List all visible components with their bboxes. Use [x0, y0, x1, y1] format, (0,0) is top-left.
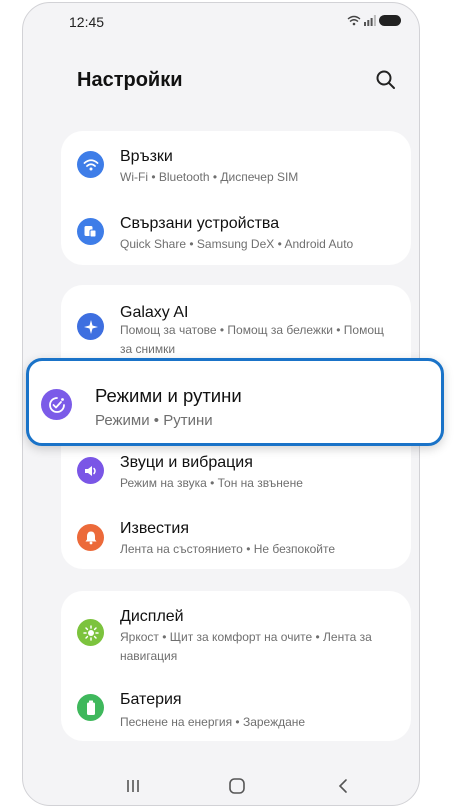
- speaker-icon: [77, 457, 104, 484]
- sparkle-icon: [77, 313, 104, 340]
- settings-item-connections[interactable]: Връзки Wi-Fi • Bluetooth • Диспечер SIM: [61, 131, 411, 198]
- modes-routines-icon: [41, 389, 72, 420]
- item-subtitle: Лента на състоянието • Не безпокойте: [120, 542, 336, 556]
- page-title: Настройки: [77, 69, 183, 91]
- recents-icon: [127, 780, 139, 792]
- settings-item-galaxy-ai[interactable]: Galaxy AI Помощ за чатове • Помощ за бел…: [61, 285, 411, 363]
- settings-group-device: Дисплей Яркост • Щит за комфорт на очите…: [61, 591, 411, 741]
- settings-item-notifications[interactable]: Известия Лента на състоянието • Не безпо…: [61, 505, 411, 569]
- wifi-icon: [77, 151, 104, 178]
- search-icon: [376, 70, 395, 89]
- item-subtitle: Помощ за чатове • Помощ за бележки • Пом…: [120, 323, 384, 356]
- item-title: Galaxy AI: [120, 304, 189, 321]
- item-subtitle: Режими • Рутини: [95, 412, 213, 429]
- item-title: Батерия: [120, 691, 182, 708]
- settings-item-modes-routines[interactable]: Режими и рутини Режими • Рутини: [26, 358, 444, 446]
- item-subtitle: Режим на звука • Тон на звънене: [120, 476, 303, 490]
- item-subtitle: Quick Share • Samsung DeX • Android Auto: [120, 237, 354, 251]
- sun-icon: [77, 619, 104, 646]
- item-title: Звуци и вибрация: [120, 454, 253, 471]
- item-title: Известия: [120, 520, 189, 537]
- status-time: 12:45: [69, 14, 105, 30]
- settings-item-battery[interactable]: Батерия Песнене на енергия • Зареждане: [61, 671, 411, 741]
- item-subtitle: Песнене на енергия • Зареждане: [120, 715, 306, 729]
- signal-icon: [364, 15, 376, 26]
- battery-status-icon: [379, 15, 401, 26]
- item-title: Режими и рутини: [95, 385, 242, 406]
- item-subtitle: Wi-Fi • Bluetooth • Диспечер SIM: [120, 170, 299, 184]
- home-icon: [229, 778, 245, 794]
- item-subtitle: Яркост • Щит за комфорт на очите • Лента…: [120, 630, 372, 663]
- battery-icon: [77, 694, 104, 721]
- item-title: Дисплей: [120, 608, 184, 625]
- recents-button[interactable]: [118, 772, 148, 800]
- status-icons: [347, 15, 401, 26]
- settings-item-connected-devices[interactable]: Свързани устройства Quick Share • Samsun…: [61, 198, 411, 265]
- connected-devices-icon: [77, 218, 104, 245]
- navigation-bar: [23, 768, 419, 805]
- status-bar: 12:45: [23, 3, 419, 39]
- search-button[interactable]: [375, 69, 399, 93]
- bell-icon: [77, 524, 104, 551]
- settings-item-sounds[interactable]: Звуци и вибрация Режим на звука • Тон на…: [61, 445, 411, 505]
- item-title: Връзки: [120, 148, 173, 165]
- back-icon: [338, 779, 347, 793]
- back-button[interactable]: [328, 772, 358, 800]
- settings-item-display[interactable]: Дисплей Яркост • Щит за комфорт на очите…: [61, 591, 411, 671]
- wifi-status-icon: [347, 15, 361, 26]
- home-button[interactable]: [222, 772, 252, 800]
- settings-group-connections: Връзки Wi-Fi • Bluetooth • Диспечер SIM …: [61, 131, 411, 265]
- item-title: Свързани устройства: [120, 215, 280, 232]
